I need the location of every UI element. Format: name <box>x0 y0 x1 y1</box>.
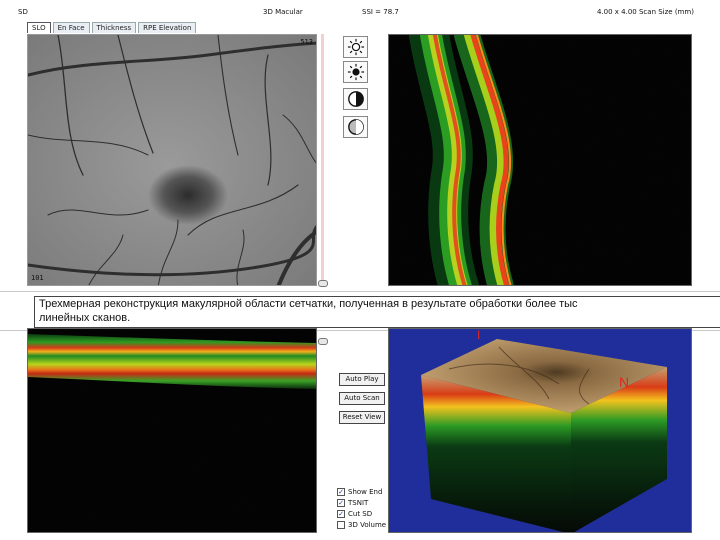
slo-tag-bottom-left: 101 <box>31 274 44 282</box>
header-left-label: SD <box>18 8 28 16</box>
view-tabs: SLO En Face Thickness RPE Elevation <box>27 22 197 34</box>
scan-mode-label: 3D Macular <box>263 8 303 16</box>
tab-slo[interactable]: SLO <box>27 22 51 33</box>
slo-tag-top-right: 513 <box>300 38 313 46</box>
brightness-low-icon <box>347 63 364 81</box>
slide-caption: Трехмерная реконструкция макулярной обла… <box>0 291 720 331</box>
tab-rpe-elevation[interactable]: RPE Elevation <box>138 22 197 33</box>
brightness-down-button[interactable] <box>343 61 368 83</box>
show-end-label: Show End <box>348 488 383 496</box>
tab-thickness[interactable]: Thickness <box>91 22 137 33</box>
caption-line-1: Трехмерная реконструкция макулярной обла… <box>39 298 578 310</box>
bscan-vertical-view[interactable] <box>388 34 692 286</box>
auto-scan-button[interactable]: Auto Scan <box>339 392 385 405</box>
scan-position-track[interactable] <box>321 34 324 286</box>
bscan-horizontal-view[interactable] <box>27 328 317 533</box>
oct-bscan-horizontal <box>28 329 316 532</box>
contrast-down-button[interactable] <box>343 116 368 138</box>
tab-en-face[interactable]: En Face <box>52 22 90 33</box>
auto-play-button[interactable]: Auto Play <box>339 373 385 386</box>
retinal-vessels <box>28 35 316 285</box>
scan-size-label: 4.00 x 4.00 Scan Size (mm) <box>597 8 694 16</box>
nasal-marker: N <box>619 374 629 390</box>
cut-sd-checkbox[interactable]: ✓ Cut SD <box>337 509 372 519</box>
slo-fundus-image[interactable]: 513 101 <box>27 34 317 286</box>
window-header: SD 3D Macular SSI = 78.7 4.00 x 4.00 Sca… <box>0 0 720 20</box>
contrast-icon <box>347 91 364 107</box>
show-end-checkbox[interactable]: ✓ Show End <box>337 487 382 497</box>
tsnit-label: TSNIT <box>348 499 369 507</box>
reset-view-button[interactable]: Reset View <box>339 411 385 424</box>
oct-bscan-vertical <box>389 35 691 285</box>
volume-3d-render[interactable]: N I <box>388 328 692 533</box>
checkbox-checked-icon: ✓ <box>337 488 345 496</box>
brightness-up-button[interactable] <box>343 36 368 58</box>
brightness-high-icon <box>347 38 364 56</box>
caption-line-2: линейных сканов. <box>39 312 131 324</box>
tsnit-checkbox[interactable]: ✓ TSNIT <box>337 498 368 508</box>
vertical-scan-handle[interactable] <box>318 280 328 287</box>
checkbox-checked-icon: ✓ <box>337 499 345 507</box>
3d-volume-cube: N I <box>389 329 691 532</box>
checkbox-unchecked-icon <box>337 521 345 529</box>
inferior-marker: I <box>477 329 480 342</box>
ssi-label: SSI = 78.7 <box>362 8 399 16</box>
horizontal-scan-handle[interactable] <box>318 338 328 345</box>
cut-sd-label: Cut SD <box>348 510 373 518</box>
3d-volume-label: 3D Volume <box>348 521 387 529</box>
contrast-up-button[interactable] <box>343 88 368 110</box>
checkbox-checked-icon: ✓ <box>337 510 345 518</box>
3d-volume-checkbox[interactable]: 3D Volume <box>337 520 386 530</box>
contrast-alt-icon <box>347 119 364 135</box>
